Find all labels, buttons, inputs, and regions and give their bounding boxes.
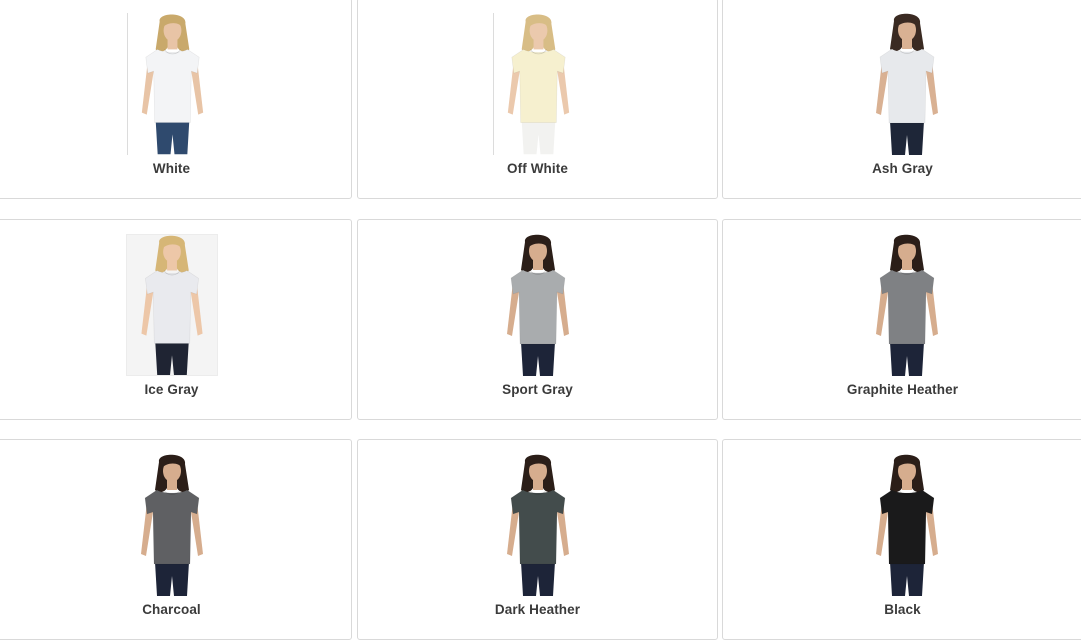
color-name: White [152, 161, 191, 176]
color-name: Black [884, 602, 921, 617]
model-photo [125, 234, 218, 376]
model-photo [493, 454, 583, 596]
model-photo [493, 234, 583, 376]
color-card-charcoal[interactable]: Charcoal [0, 439, 352, 640]
color-name: Off White [507, 161, 568, 176]
color-card-ash-gray[interactable]: Ash Gray [722, 0, 1081, 199]
color-name: Ash Gray [872, 161, 933, 176]
color-card-ice-gray[interactable]: Ice Gray [0, 219, 352, 420]
model-photo [126, 13, 217, 155]
color-card-off-white[interactable]: Off White [357, 0, 718, 199]
model-photo [862, 454, 952, 596]
color-card-sport-gray[interactable]: Sport Gray [357, 219, 718, 420]
model-photo [862, 13, 952, 155]
color-name: Dark Heather [494, 602, 581, 617]
color-card-white[interactable]: White [0, 0, 352, 199]
model-photo [127, 454, 217, 596]
color-name: Ice Gray [144, 382, 199, 397]
color-card-black[interactable]: Black [722, 439, 1081, 640]
color-card-graphite-heather[interactable]: Graphite Heather [722, 219, 1081, 420]
model-photo [492, 13, 583, 155]
color-name: Sport Gray [502, 382, 573, 397]
model-photo [862, 234, 952, 376]
color-swatch-grid: White Off White Ash Gray Ice Gray Sport … [0, 0, 1081, 642]
color-card-dark-heather[interactable]: Dark Heather [357, 439, 718, 640]
color-name: Charcoal [142, 602, 201, 617]
color-name: Graphite Heather [846, 382, 959, 397]
